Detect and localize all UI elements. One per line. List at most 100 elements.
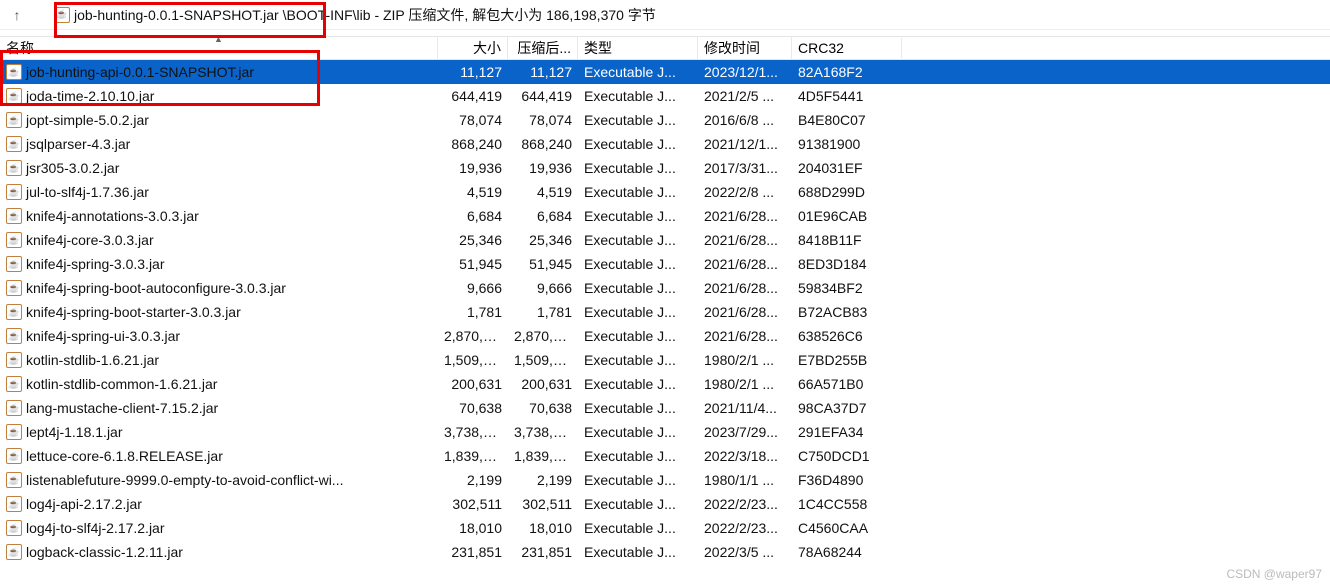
file-packed: 51,945 bbox=[508, 255, 578, 273]
file-date: 2021/12/1... bbox=[698, 135, 792, 153]
file-date: 2023/12/1... bbox=[698, 63, 792, 81]
table-row[interactable]: ☕knife4j-spring-boot-autoconfigure-3.0.3… bbox=[0, 276, 1330, 300]
file-packed: 644,419 bbox=[508, 87, 578, 105]
jar-icon: ☕ bbox=[6, 184, 22, 200]
table-row[interactable]: ☕lang-mustache-client-7.15.2.jar70,63870… bbox=[0, 396, 1330, 420]
table-row[interactable]: ☕log4j-api-2.17.2.jar302,511302,511Execu… bbox=[0, 492, 1330, 516]
file-date: 2016/6/8 ... bbox=[698, 111, 792, 129]
file-crc: 204031EF bbox=[792, 159, 902, 177]
file-type: Executable J... bbox=[578, 207, 698, 225]
file-size: 70,638 bbox=[438, 399, 508, 417]
file-name: jopt-simple-5.0.2.jar bbox=[26, 112, 149, 128]
file-size: 2,199 bbox=[438, 471, 508, 489]
file-date: 2021/6/28... bbox=[698, 279, 792, 297]
file-packed: 70,638 bbox=[508, 399, 578, 417]
file-date: 2021/6/28... bbox=[698, 303, 792, 321]
file-name: knife4j-spring-ui-3.0.3.jar bbox=[26, 328, 180, 344]
header-crc[interactable]: CRC32 bbox=[792, 38, 902, 58]
file-packed: 231,851 bbox=[508, 543, 578, 561]
jar-icon: ☕ bbox=[6, 448, 22, 464]
file-crc: C4560CAA bbox=[792, 519, 902, 537]
table-row[interactable]: ☕log4j-to-slf4j-2.17.2.jar18,01018,010Ex… bbox=[0, 516, 1330, 540]
file-packed: 2,199 bbox=[508, 471, 578, 489]
jar-icon: ☕ bbox=[6, 304, 22, 320]
file-crc: 78A68244 bbox=[792, 543, 902, 561]
file-packed: 78,074 bbox=[508, 111, 578, 129]
jar-icon: ☕ bbox=[6, 424, 22, 440]
table-row[interactable]: ☕knife4j-annotations-3.0.3.jar6,6846,684… bbox=[0, 204, 1330, 228]
header-packed[interactable]: 压缩后... bbox=[508, 36, 578, 60]
file-type: Executable J... bbox=[578, 399, 698, 417]
file-type: Executable J... bbox=[578, 327, 698, 345]
table-row[interactable]: ☕kotlin-stdlib-common-1.6.21.jar200,6312… bbox=[0, 372, 1330, 396]
file-date: 2023/7/29... bbox=[698, 423, 792, 441]
file-type: Executable J... bbox=[578, 423, 698, 441]
jar-icon: ☕ bbox=[6, 376, 22, 392]
file-packed: 868,240 bbox=[508, 135, 578, 153]
file-crc: 1C4CC558 bbox=[792, 495, 902, 513]
table-row[interactable]: ☕kotlin-stdlib-1.6.21.jar1,509,4...1,509… bbox=[0, 348, 1330, 372]
table-row[interactable]: ☕lettuce-core-6.1.8.RELEASE.jar1,839,4..… bbox=[0, 444, 1330, 468]
table-row[interactable]: ☕jul-to-slf4j-1.7.36.jar4,5194,519Execut… bbox=[0, 180, 1330, 204]
table-row[interactable]: ☕jsqlparser-4.3.jar868,240868,240Executa… bbox=[0, 132, 1330, 156]
header-size[interactable]: 大小 bbox=[438, 36, 508, 60]
file-date: 2021/11/4... bbox=[698, 399, 792, 417]
archive-path-detail: \BOOT-INF\lib - ZIP 压缩文件, 解包大小为 186,198,… bbox=[283, 5, 656, 25]
jar-icon: ☕ bbox=[6, 280, 22, 296]
file-type: Executable J... bbox=[578, 279, 698, 297]
file-packed: 3,738,9... bbox=[508, 423, 578, 441]
file-crc: 66A571B0 bbox=[792, 375, 902, 393]
file-size: 231,851 bbox=[438, 543, 508, 561]
file-date: 1980/2/1 ... bbox=[698, 375, 792, 393]
file-date: 2021/6/28... bbox=[698, 231, 792, 249]
table-row[interactable]: ☕logback-classic-1.2.11.jar231,851231,85… bbox=[0, 540, 1330, 564]
file-size: 1,781 bbox=[438, 303, 508, 321]
file-crc: 8ED3D184 bbox=[792, 255, 902, 273]
file-crc: 01E96CAB bbox=[792, 207, 902, 225]
archive-path-file[interactable]: job-hunting-0.0.1-SNAPSHOT.jar bbox=[74, 7, 279, 23]
jar-icon: ☕ bbox=[6, 208, 22, 224]
jar-icon: ☕ bbox=[6, 88, 22, 104]
file-name: lang-mustache-client-7.15.2.jar bbox=[26, 400, 218, 416]
header-name[interactable]: ▲ 名称 bbox=[0, 36, 438, 60]
file-size: 18,010 bbox=[438, 519, 508, 537]
file-date: 2022/3/5 ... bbox=[698, 543, 792, 561]
table-row[interactable]: ☕knife4j-core-3.0.3.jar25,34625,346Execu… bbox=[0, 228, 1330, 252]
file-packed: 25,346 bbox=[508, 231, 578, 249]
file-type: Executable J... bbox=[578, 111, 698, 129]
file-packed: 9,666 bbox=[508, 279, 578, 297]
file-packed: 1,509,4... bbox=[508, 351, 578, 369]
file-name: listenablefuture-9999.0-empty-to-avoid-c… bbox=[26, 472, 343, 488]
table-row[interactable]: ☕joda-time-2.10.10.jar644,419644,419Exec… bbox=[0, 84, 1330, 108]
up-button[interactable]: ↑ bbox=[6, 7, 28, 23]
table-row[interactable]: ☕knife4j-spring-3.0.3.jar51,94551,945Exe… bbox=[0, 252, 1330, 276]
file-packed: 2,870,3... bbox=[508, 327, 578, 345]
file-packed: 4,519 bbox=[508, 183, 578, 201]
table-row[interactable]: ☕lept4j-1.18.1.jar3,738,9...3,738,9...Ex… bbox=[0, 420, 1330, 444]
file-packed: 1,781 bbox=[508, 303, 578, 321]
file-name: knife4j-core-3.0.3.jar bbox=[26, 232, 154, 248]
file-packed: 302,511 bbox=[508, 495, 578, 513]
jar-icon: ☕ bbox=[6, 112, 22, 128]
file-date: 2022/2/23... bbox=[698, 495, 792, 513]
file-crc: 688D299D bbox=[792, 183, 902, 201]
table-row[interactable]: ☕jopt-simple-5.0.2.jar78,07478,074Execut… bbox=[0, 108, 1330, 132]
file-name: log4j-to-slf4j-2.17.2.jar bbox=[26, 520, 165, 536]
file-crc: 638526C6 bbox=[792, 327, 902, 345]
header-type[interactable]: 类型 bbox=[578, 36, 698, 60]
table-row[interactable]: ☕jsr305-3.0.2.jar19,93619,936Executable … bbox=[0, 156, 1330, 180]
jar-icon: ☕ bbox=[6, 472, 22, 488]
jar-icon: ☕ bbox=[6, 232, 22, 248]
file-name: joda-time-2.10.10.jar bbox=[26, 88, 154, 104]
file-name: job-hunting-api-0.0.1-SNAPSHOT.jar bbox=[26, 64, 254, 80]
file-crc: B72ACB83 bbox=[792, 303, 902, 321]
file-size: 78,074 bbox=[438, 111, 508, 129]
table-row[interactable]: ☕knife4j-spring-ui-3.0.3.jar2,870,3...2,… bbox=[0, 324, 1330, 348]
file-crc: C750DCD1 bbox=[792, 447, 902, 465]
file-type: Executable J... bbox=[578, 87, 698, 105]
header-date[interactable]: 修改时间 bbox=[698, 36, 792, 60]
table-row[interactable]: ☕knife4j-spring-boot-starter-3.0.3.jar1,… bbox=[0, 300, 1330, 324]
table-row[interactable]: ☕listenablefuture-9999.0-empty-to-avoid-… bbox=[0, 468, 1330, 492]
file-size: 4,519 bbox=[438, 183, 508, 201]
table-row[interactable]: ☕job-hunting-api-0.0.1-SNAPSHOT.jar11,12… bbox=[0, 60, 1330, 84]
